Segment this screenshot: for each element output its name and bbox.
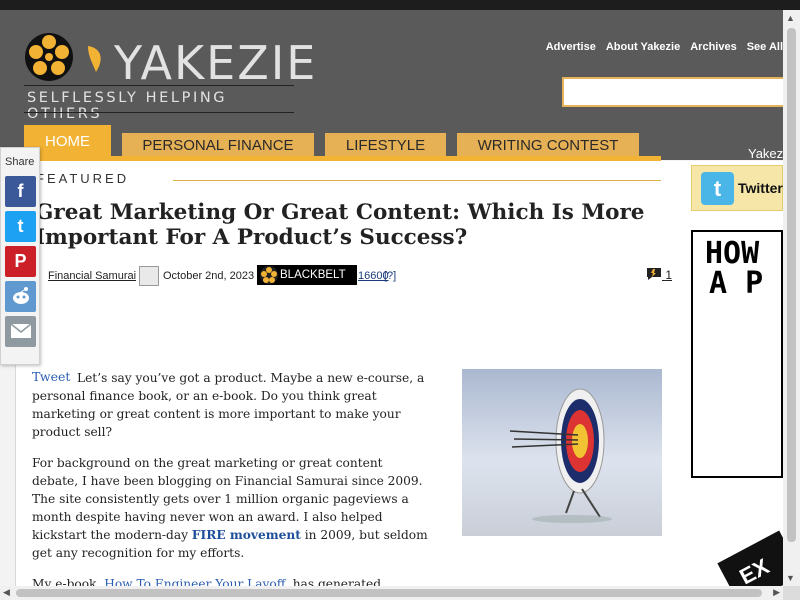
fire-movement-link[interactable]: FIRE movement: [192, 528, 301, 542]
top-links: Advertise About Yakezie Archives See All: [546, 41, 783, 53]
author-avatar: [139, 266, 159, 286]
horizontal-scroll-thumb[interactable]: [16, 589, 762, 597]
vertical-scroll-thumb[interactable]: [787, 28, 796, 542]
scroll-down-icon[interactable]: ▼: [786, 573, 795, 583]
scrollbar-corner: [783, 586, 800, 600]
tab-lifestyle[interactable]: LIFESTYLE: [325, 133, 446, 158]
horizontal-scrollbar[interactable]: ◀ ▶: [0, 586, 783, 600]
reddit-share-button[interactable]: [5, 281, 36, 312]
rank-help-link[interactable]: [?]: [384, 270, 396, 282]
vertical-scrollbar[interactable]: ▲ ▼: [783, 10, 800, 586]
article-paragraph-1: Let’s say you’ve got a product. Maybe a …: [32, 371, 425, 439]
share-sidebar: Share f t P: [0, 147, 40, 365]
email-share-button[interactable]: [5, 316, 36, 347]
comment-bubble-icon: [646, 268, 661, 280]
email-icon: [10, 323, 31, 338]
tab-writing-contest[interactable]: WRITING CONTEST: [457, 133, 639, 158]
scroll-right-icon[interactable]: ▶: [773, 587, 780, 598]
pinterest-icon: P: [14, 251, 27, 271]
main-content: FEATURED Great Marketing Or Great Conten…: [15, 161, 677, 586]
top-link-about[interactable]: About Yakezie: [606, 41, 680, 53]
featured-rule-right: [173, 180, 661, 181]
facebook-icon: f: [17, 181, 24, 201]
share-label: Share: [5, 156, 35, 168]
paragraph-3-text: My e-book,: [32, 577, 105, 586]
tab-personal-finance[interactable]: PERSONAL FINANCE: [122, 133, 314, 158]
logo-divider: [24, 85, 294, 86]
promo-text: EX: [735, 553, 774, 586]
ad-headline-line2: A P: [709, 266, 764, 301]
reddit-icon: [12, 287, 29, 304]
twitter-icon: t: [701, 172, 734, 205]
article-title[interactable]: Great Marketing Or Great Content: Which …: [35, 200, 655, 250]
twitter-share-button[interactable]: t: [5, 211, 36, 242]
nav-right-label[interactable]: Yakez: [748, 146, 783, 161]
scroll-up-icon[interactable]: ▲: [786, 13, 795, 23]
top-link-archives[interactable]: Archives: [690, 41, 736, 53]
site-logo[interactable]: YAKEZIE SELFLESSLY HELPING OTHERS: [24, 30, 315, 122]
logo-wordmark: YAKEZIE: [114, 36, 318, 90]
logo-divider-bottom: [24, 112, 294, 113]
search-input[interactable]: [562, 77, 783, 107]
comments-link[interactable]: 1: [646, 267, 672, 282]
article-paragraph-3: My e-book, How To Engineer Your Layoff, …: [32, 575, 432, 586]
top-strip: [0, 0, 800, 10]
comments-count: 1: [665, 268, 672, 282]
article-meta: y Financial Samurai October 2nd, 2023 BL…: [32, 265, 672, 287]
badge-emblem-icon: [260, 266, 278, 284]
rank-badge-label: BLACKBELT: [280, 269, 346, 281]
featured-label: FEATURED: [36, 171, 130, 186]
top-link-advertise[interactable]: Advertise: [546, 41, 596, 53]
ebook-link[interactable]: How To Engineer Your Layoff: [104, 577, 285, 586]
pinterest-share-button[interactable]: P: [5, 246, 36, 277]
sidebar: t Twitter HOW A P EX: [677, 161, 783, 586]
author-link[interactable]: Financial Samurai: [48, 270, 136, 282]
article-paragraph-2: For background on the great marketing or…: [32, 454, 432, 562]
article-hero-image: [462, 369, 662, 536]
logo-tagline: SELFLESSLY HELPING OTHERS: [27, 90, 228, 122]
sidebar-promo-image[interactable]: EX: [717, 530, 783, 586]
logo-leaf-icon: [88, 46, 101, 72]
twitter-label: Twitter: [738, 180, 783, 196]
sidebar-ad-box[interactable]: HOW A P: [691, 230, 783, 478]
logo-emblem-icon: [25, 33, 73, 81]
twitter-bird-icon: t: [17, 216, 24, 236]
scroll-left-icon[interactable]: ◀: [3, 587, 10, 598]
facebook-share-button[interactable]: f: [5, 176, 36, 207]
twitter-follow-box[interactable]: t Twitter: [691, 165, 783, 211]
post-date: October 2nd, 2023: [163, 270, 255, 282]
top-link-see-all[interactable]: See All: [747, 41, 783, 53]
paragraph-3-text-end: , has generated: [284, 577, 382, 586]
target-arrows-image: [509, 388, 612, 523]
